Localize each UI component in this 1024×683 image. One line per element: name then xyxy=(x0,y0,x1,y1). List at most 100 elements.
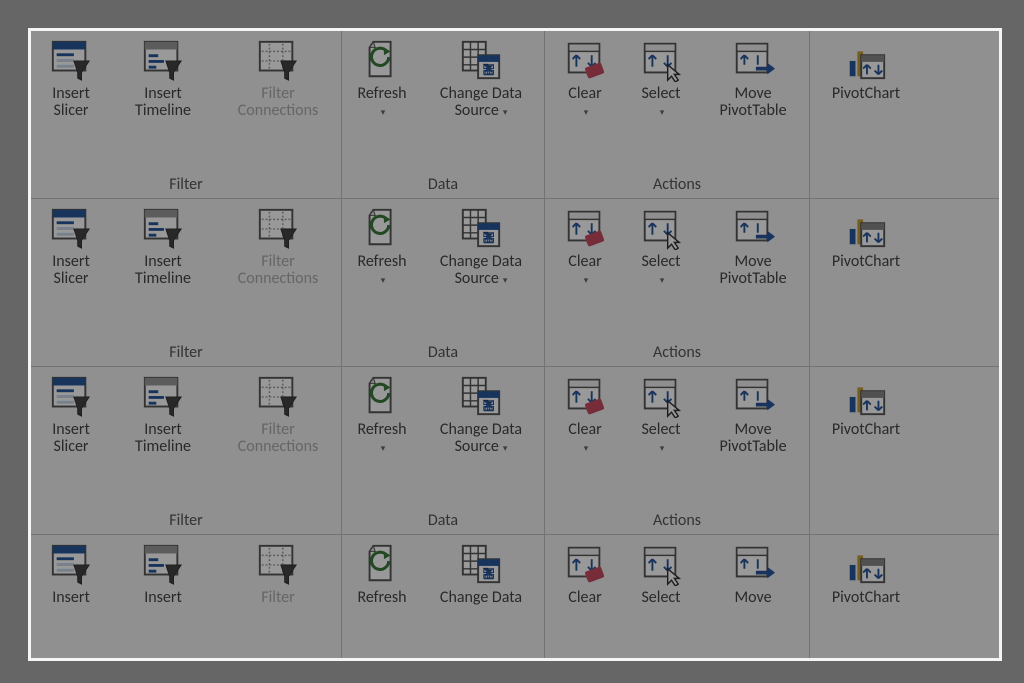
change-data-source-button[interactable]: Change Data Source ▾ xyxy=(420,371,542,457)
timeline-icon xyxy=(140,37,186,83)
insert-slicer-button[interactable]: Insert xyxy=(33,539,109,606)
move-pivottable-label: Move PivotTable xyxy=(719,253,786,287)
insert-timeline-button[interactable]: Insert xyxy=(109,539,217,606)
ribbon-group-tools: PivotChart xyxy=(810,199,922,366)
insert-slicer-button[interactable]: Insert Slicer xyxy=(33,35,109,119)
refresh-label: Refresh xyxy=(357,589,406,606)
ribbon-group-tools: PivotChart xyxy=(810,367,922,534)
timeline-icon xyxy=(140,541,186,587)
connections-icon xyxy=(255,37,301,83)
clear-button[interactable]: Clear ▾ xyxy=(547,35,623,121)
insert-timeline-label: Insert xyxy=(144,589,182,606)
pivotchart-label: PivotChart xyxy=(832,253,900,270)
datasource-icon xyxy=(458,205,504,251)
select-button[interactable]: Select ▾ xyxy=(623,371,699,457)
connections-icon xyxy=(255,205,301,251)
pivotchart-button[interactable]: PivotChart xyxy=(812,203,920,270)
ribbon-group-filter: Insert Slicer Insert Timeline Filter Conne… xyxy=(31,31,342,198)
ribbon-group-filter: Insert Slicer Insert Timeline Filter Conne… xyxy=(31,199,342,366)
ribbon-group-actions: Clear ▾ Select ▾ Move PivotTable Actions xyxy=(545,31,810,198)
dropdown-caret-icon: ▾ xyxy=(584,107,589,118)
move-pivottable-button[interactable]: Move PivotTable xyxy=(699,203,807,287)
select-button[interactable]: Select ▾ xyxy=(623,35,699,121)
insert-slicer-button[interactable]: Insert Slicer xyxy=(33,371,109,455)
move-icon xyxy=(730,541,776,587)
select-button[interactable]: Select ▾ xyxy=(623,203,699,289)
move-pivottable-button[interactable]: Move PivotTable xyxy=(699,35,807,119)
refresh-button[interactable]: Refresh ▾ xyxy=(344,371,420,457)
dropdown-caret-icon: ▾ xyxy=(660,443,665,454)
filter-connections-label: Filter Connections xyxy=(238,85,319,119)
ribbon-group-filter: Insert Slicer Insert Timeline Filter Conne… xyxy=(31,367,342,534)
group-label: Actions xyxy=(653,176,701,198)
insert-timeline-button[interactable]: Insert Timeline xyxy=(109,35,217,119)
group-label: Data xyxy=(428,512,458,534)
move-pivottable-button[interactable]: Move xyxy=(699,539,807,606)
clear-icon xyxy=(562,37,608,83)
dropdown-caret-icon: ▾ xyxy=(501,107,508,118)
pivotchart-icon xyxy=(843,373,889,419)
slicer-icon xyxy=(48,205,94,251)
dropdown-caret-icon: ▾ xyxy=(660,107,665,118)
move-icon xyxy=(730,373,776,419)
ribbon-group-tools: PivotChart xyxy=(810,535,922,661)
filter-connections-label: Filter Connections xyxy=(238,253,319,287)
refresh-button[interactable]: Refresh ▾ xyxy=(344,35,420,121)
insert-timeline-label: Insert Timeline xyxy=(135,85,191,119)
pivotchart-button[interactable]: PivotChart xyxy=(812,371,920,438)
pivotchart-button[interactable]: PivotChart xyxy=(812,539,920,606)
clear-label: Clear ▾ xyxy=(568,253,601,289)
ribbon-row: Insert Slicer Insert Timeline Filter Conne… xyxy=(31,31,999,199)
insert-timeline-label: Insert Timeline xyxy=(135,253,191,287)
clear-button[interactable]: Clear ▾ xyxy=(547,203,623,289)
change-data-source-button[interactable]: Change Data Source ▾ xyxy=(420,203,542,289)
ribbon-group-actions: ClearSelect Move xyxy=(545,535,810,661)
select-label: Select ▾ xyxy=(641,85,680,121)
ribbon-row: Insert Slicer Insert Timeline Filter Conne… xyxy=(31,367,999,535)
filter-connections-button: Filter Connections xyxy=(217,203,339,287)
filter-connections-label: Filter Connections xyxy=(238,421,319,455)
ribbon-group-data: Refresh ▾ Change Data Source ▾ Data xyxy=(342,367,545,534)
group-label: Filter xyxy=(169,512,202,534)
ribbon-group-data: Refresh ▾ Change Data Source ▾ Data xyxy=(342,199,545,366)
change-data-source-label: Change Data Source ▾ xyxy=(440,253,522,289)
connections-icon xyxy=(255,541,301,587)
move-pivottable-label: Move PivotTable xyxy=(719,421,786,455)
dropdown-caret-icon: ▾ xyxy=(381,275,386,286)
clear-button[interactable]: Clear ▾ xyxy=(547,371,623,457)
clear-button[interactable]: Clear xyxy=(547,539,623,606)
change-data-source-button[interactable]: Change Data Source ▾ xyxy=(420,35,542,121)
move-pivottable-button[interactable]: Move PivotTable xyxy=(699,371,807,455)
pivotchart-icon xyxy=(843,541,889,587)
insert-slicer-label: Insert Slicer xyxy=(52,85,90,119)
refresh-button[interactable]: Refresh ▾ xyxy=(344,203,420,289)
filter-connections-label: Filter xyxy=(261,589,294,606)
pivotchart-label: PivotChart xyxy=(832,589,900,606)
select-button[interactable]: Select xyxy=(623,539,699,606)
connections-icon xyxy=(255,373,301,419)
pivotchart-button[interactable]: PivotChart xyxy=(812,35,920,102)
refresh-icon xyxy=(359,205,405,251)
insert-timeline-button[interactable]: Insert Timeline xyxy=(109,371,217,455)
ribbon-group-data: Refresh ▾Change Data Source ▾Data xyxy=(342,31,545,198)
ribbon-row: Insert Insert Filter Refresh Change Data Clea… xyxy=(31,535,999,661)
ribbon-frame: Insert Slicer Insert Timeline Filter Conne… xyxy=(28,28,1002,661)
move-pivottable-label: Move xyxy=(734,589,771,606)
refresh-label: Refresh ▾ xyxy=(357,253,406,289)
insert-timeline-label: Insert Timeline xyxy=(135,421,191,455)
insert-timeline-button[interactable]: Insert Timeline xyxy=(109,203,217,287)
clear-icon xyxy=(562,541,608,587)
refresh-label: Refresh ▾ xyxy=(357,421,406,457)
insert-slicer-button[interactable]: Insert Slicer xyxy=(33,203,109,287)
refresh-button[interactable]: Refresh xyxy=(344,539,420,606)
dropdown-caret-icon: ▾ xyxy=(381,107,386,118)
slicer-icon xyxy=(48,37,94,83)
change-data-source-label: Change Data xyxy=(440,589,522,606)
filter-connections-button: Filter Connections xyxy=(217,35,339,119)
group-label: Actions xyxy=(653,344,701,366)
change-data-source-button[interactable]: Change Data xyxy=(420,539,542,606)
pivotchart-icon xyxy=(843,205,889,251)
select-icon xyxy=(638,37,684,83)
group-label: Data xyxy=(428,344,458,366)
timeline-icon xyxy=(140,373,186,419)
